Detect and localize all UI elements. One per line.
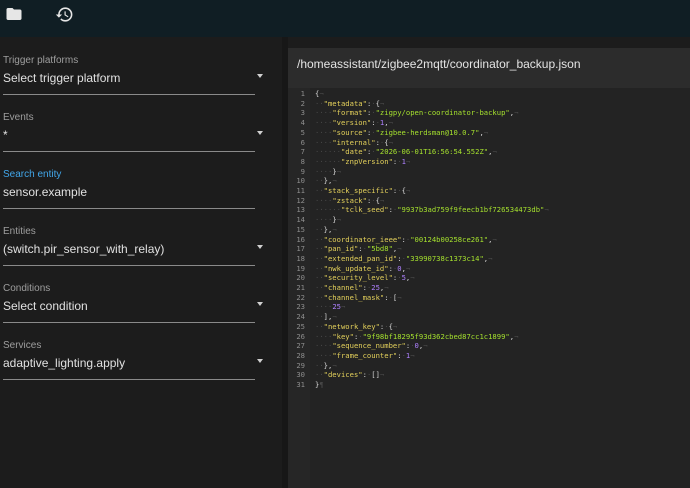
conditions-label: Conditions: [3, 283, 51, 294]
events-value[interactable]: *: [3, 128, 8, 142]
line-number: 27: [296, 341, 305, 351]
line-number: 21: [296, 283, 305, 292]
code-line[interactable]: ····25¬: [315, 302, 345, 312]
code-line[interactable]: ····"zstack":·{¬: [315, 196, 384, 206]
entities-underline: [3, 265, 255, 266]
search-entity-underline: [3, 208, 255, 209]
services-value[interactable]: adaptive_lighting.apply: [3, 356, 125, 370]
line-number: 6: [300, 137, 305, 147]
code-line[interactable]: ····}¬: [315, 167, 341, 177]
line-number: 11: [296, 186, 305, 195]
services-label: Services: [3, 340, 42, 351]
conditions-value[interactable]: Select condition: [3, 299, 88, 313]
code-line[interactable]: ····"key":·"9f98bf18295f93d362cbed87cc1c…: [315, 332, 518, 342]
code-line[interactable]: ··],¬: [315, 312, 337, 322]
code-line[interactable]: ··"metadata":·{¬: [315, 99, 384, 109]
code-line[interactable]: ······"znpVersion":·1¬: [315, 157, 410, 167]
code-line[interactable]: ··"security_level":·5,¬: [315, 273, 415, 283]
trigger-platforms-value[interactable]: Select trigger platform: [3, 71, 120, 85]
code-line[interactable]: ······"tclk_seed":·"9937b3ad759f9feecb1b…: [315, 205, 549, 215]
line-number: 24: [296, 312, 305, 322]
line-number: 31: [296, 380, 305, 389]
line-number: 22: [296, 292, 305, 302]
code-line[interactable]: ··"channel":·25,¬: [315, 283, 389, 293]
line-number: 30: [296, 370, 305, 380]
line-number: 3: [300, 108, 305, 118]
line-number: 26: [296, 331, 305, 341]
dropdown-arrow-icon[interactable]: [257, 74, 263, 78]
file-path: /homeassistant/zigbee2mqtt/coordinator_b…: [297, 57, 581, 71]
line-number: 16: [296, 234, 305, 244]
line-number: 14: [296, 215, 305, 225]
trigger-platforms-underline: [3, 94, 255, 95]
code-line[interactable]: ··"nwk_update_id":·0,¬: [315, 264, 410, 274]
search-entity-value[interactable]: sensor.example: [3, 185, 87, 199]
events-underline: [3, 151, 255, 152]
line-number: 20: [296, 273, 305, 283]
code-line[interactable]: }¶: [315, 380, 324, 390]
dropdown-arrow-icon[interactable]: [257, 359, 263, 363]
line-number: 15: [296, 224, 305, 234]
code-line[interactable]: ····"frame_counter":·1¬: [315, 351, 415, 361]
events-field[interactable]: Events *: [3, 112, 263, 157]
line-number: 12: [296, 195, 305, 205]
code-line[interactable]: ··"network_key":·{¬: [315, 322, 397, 332]
services-field[interactable]: Services adaptive_lighting.apply: [3, 340, 263, 385]
folder-icon[interactable]: [5, 5, 27, 27]
line-number: 8: [300, 156, 305, 166]
events-label: Events: [3, 112, 34, 123]
code-line[interactable]: {¬: [315, 89, 324, 99]
entities-label: Entities: [3, 226, 36, 237]
line-number: 18: [296, 253, 305, 263]
file-header: /homeassistant/zigbee2mqtt/coordinator_b…: [288, 48, 690, 88]
code-line[interactable]: ····"sequence_number":·0,¬: [315, 341, 428, 351]
code-line[interactable]: ··},¬: [315, 225, 337, 235]
line-number: 17: [296, 244, 305, 254]
entities-field[interactable]: Entities (switch.pir_sensor_with_relay): [3, 226, 263, 271]
line-number: 7: [300, 147, 305, 157]
code-line[interactable]: ····"source":·"zigbee-herdsman@10.0.7",¬: [315, 128, 488, 138]
line-number: 9: [300, 166, 305, 176]
line-number: 19: [296, 263, 305, 273]
code-editor[interactable]: 1 {¬ 2 ··"metadata":·{¬ 3 ····"format":·"zigp…: [288, 88, 690, 488]
sidebar: Trigger platforms Select trigger platform…: [0, 37, 282, 488]
code-line[interactable]: ··"channel_mask":·[¬: [315, 293, 402, 303]
conditions-field[interactable]: Conditions Select condition: [3, 283, 263, 328]
code-line[interactable]: ··"extended_pan_id":·"33990738c1373c14",…: [315, 254, 492, 264]
line-number: 23: [296, 302, 305, 312]
code-line[interactable]: ····"format":·"zigpy/open-coordinator-ba…: [315, 108, 518, 118]
line-number: 13: [296, 205, 305, 215]
line-number: 4: [300, 118, 305, 128]
history-icon[interactable]: [55, 5, 77, 27]
code-line[interactable]: ····}¬: [315, 215, 341, 225]
code-line[interactable]: ··},¬: [315, 361, 337, 371]
code-line[interactable]: ··},¬: [315, 176, 337, 186]
code-line[interactable]: ··"coordinator_ieee":·"00124b00258ce261"…: [315, 235, 497, 245]
search-entity-label: Search entity: [3, 169, 62, 180]
conditions-underline: [3, 322, 255, 323]
code-line[interactable]: ··"stack_specific":·{¬: [315, 186, 410, 196]
line-number: 1: [300, 89, 305, 98]
code-line[interactable]: ····"version":·1,¬: [315, 118, 393, 128]
entities-value[interactable]: (switch.pir_sensor_with_relay): [3, 242, 164, 256]
services-underline: [3, 379, 255, 380]
trigger-platforms-field[interactable]: Trigger platforms Select trigger platform: [3, 55, 263, 100]
top-toolbar: [0, 0, 690, 37]
dropdown-arrow-icon[interactable]: [257, 245, 263, 249]
dropdown-arrow-icon[interactable]: [257, 302, 263, 306]
dropdown-arrow-icon[interactable]: [257, 131, 263, 135]
line-number: 2: [300, 98, 305, 108]
code-line[interactable]: ··"pan_id":·"5bd8",¬: [315, 244, 402, 254]
line-number: 10: [296, 176, 305, 186]
line-number: 25: [296, 321, 305, 331]
code-line[interactable]: ··"devices":·[]¬: [315, 370, 384, 380]
search-entity-field[interactable]: Search entity sensor.example: [3, 169, 255, 214]
code-line[interactable]: ····"internal":·{¬: [315, 138, 393, 148]
line-number: 29: [296, 360, 305, 370]
line-number: 5: [300, 127, 305, 137]
line-number: 28: [296, 350, 305, 360]
code-line[interactable]: ······"date":·"2026-06-01T16:56:54.552Z"…: [315, 147, 497, 157]
trigger-platforms-label: Trigger platforms: [3, 55, 79, 66]
